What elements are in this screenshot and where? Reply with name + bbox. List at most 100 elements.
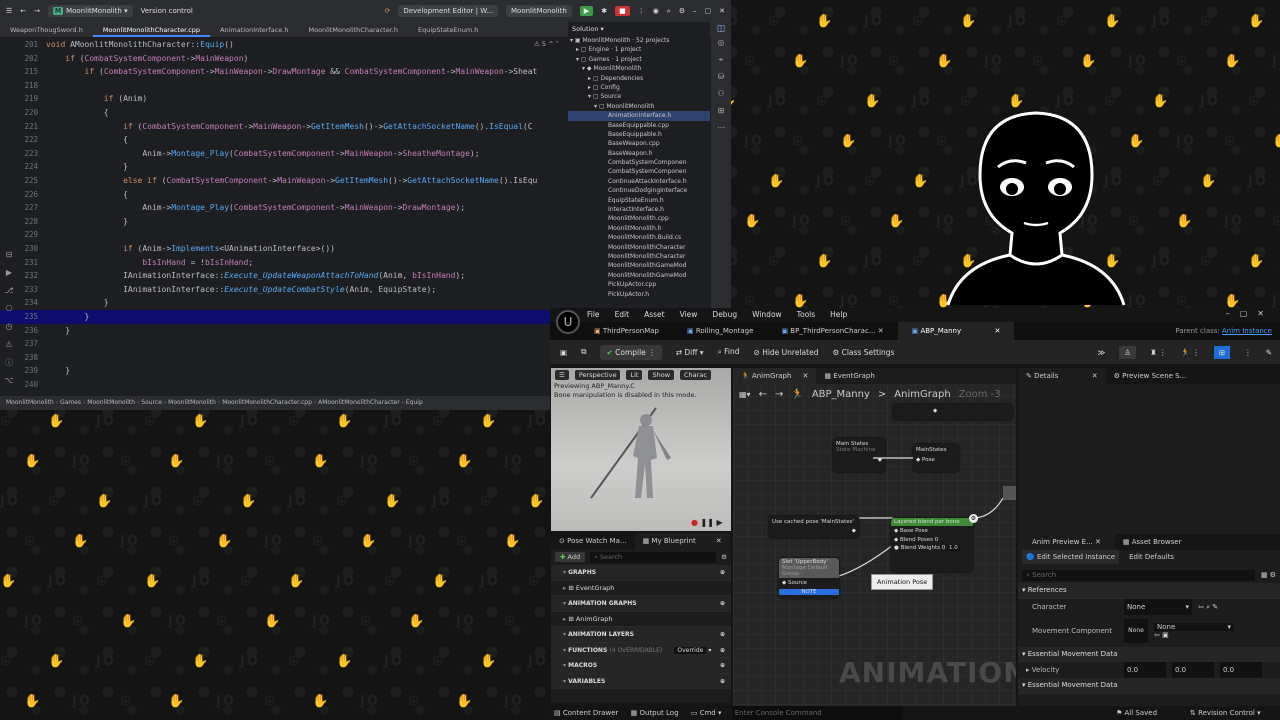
add-icon[interactable]: ⊕ — [720, 674, 731, 690]
tab-bp-third-person[interactable]: ▣ BP_ThirdPersonCharac... ✕ — [767, 322, 897, 340]
tab-animation-interface[interactable]: AnimationInterface.h — [210, 22, 298, 37]
add-icon[interactable]: ⊕ — [720, 565, 731, 581]
cached-pose-node[interactable]: Use cached pose 'MainStates' ◆ — [769, 516, 859, 538]
breadcrumb-item[interactable]: MoonlitMonolith — [6, 399, 54, 406]
toolstrip-icons[interactable]: ◎ ⌖ ⛁ ⚇ ⊞ ⋯ — [711, 34, 731, 136]
code-line[interactable]: 218 — [0, 79, 568, 93]
expand-toolbar-icon[interactable]: ≫ — [1097, 348, 1105, 357]
code-line[interactable]: 219 if (Anim) — [0, 92, 568, 106]
mode-skeleton-icon[interactable]: ♙ — [1119, 345, 1137, 359]
menu-icon[interactable]: ☰ — [555, 370, 569, 380]
more-icon[interactable]: ⋮ — [638, 7, 645, 15]
code-line[interactable]: 234 } — [0, 296, 568, 310]
solution-item[interactable]: BaseWeapon.cpp — [568, 139, 710, 148]
stop-button[interactable]: ■ — [615, 6, 630, 16]
add-icon[interactable]: ⊕ — [720, 658, 731, 674]
solution-item[interactable]: ▾ ▣ MoonlitMonolith · 52 projects — [568, 36, 710, 45]
settings-icon[interactable]: ⚙ — [679, 7, 685, 15]
code-line[interactable]: 239 } — [0, 364, 568, 378]
edit-defaults-button[interactable]: Edit Defaults — [1129, 550, 1174, 564]
slot-upperbody-node[interactable]: Slot 'UpperBody' Montage Default Group ◆ … — [779, 558, 839, 598]
code-line[interactable]: 222 { — [0, 133, 568, 147]
mode-anim-icon[interactable]: 🏃 ⋮ — [1181, 348, 1200, 357]
view-options-icon[interactable]: ▦ ⚙ — [1261, 571, 1276, 579]
menu-help[interactable]: Help — [830, 308, 847, 322]
tab-character-h[interactable]: MoonlitMonolithCharacter.h — [299, 22, 408, 37]
refresh-icon[interactable]: ⟳ — [384, 7, 390, 15]
velocity-x[interactable]: 0.0 — [1124, 662, 1166, 678]
code-line[interactable]: 236 } — [0, 324, 568, 338]
code-line[interactable]: 215 if (CombatSystemComponent->MainWeapo… — [0, 65, 568, 79]
menu-file[interactable]: File — [587, 308, 600, 322]
solution-item[interactable]: ▾ ▢ Source — [568, 92, 710, 101]
class-settings-button[interactable]: ⚙ Class Settings — [832, 348, 894, 357]
code-line[interactable]: 201 void AMoonlitMonolithCharacter::Equip… — [0, 38, 568, 52]
window-controls[interactable]: –▢✕ — [1226, 309, 1274, 318]
movement-thumbnail[interactable]: None — [1124, 618, 1148, 643]
menu-debug[interactable]: Debug — [712, 308, 737, 322]
breadcrumb-item[interactable]: AMoonlitMonolithCharacter — [318, 399, 400, 406]
code-line[interactable]: 231 bIsInHand = !bIsInHand; — [0, 256, 568, 270]
compile-button[interactable]: ✔ Compile ⋮ — [600, 344, 662, 360]
menu-icon[interactable]: ☰ — [6, 7, 12, 15]
solution-item[interactable]: PickUpActor.cpp — [568, 280, 710, 289]
breadcrumb-item[interactable]: Equip — [406, 399, 423, 406]
breadcrumb-item[interactable]: MoonlitMonolith — [87, 399, 135, 406]
movement-dropdown[interactable]: None ▾ — [1154, 622, 1234, 631]
references-section[interactable]: ▾ References — [1018, 583, 1280, 599]
details-search-input[interactable]: ⌕ Search — [1022, 569, 1255, 581]
code-line[interactable]: 226 { — [0, 188, 568, 202]
mode-blueprint-icon[interactable]: ⊞ — [1213, 345, 1231, 359]
unreal-logo-icon[interactable]: U — [556, 310, 580, 334]
edit-selected-instance-button[interactable]: 🔵 Edit Selected Instance — [1022, 550, 1120, 564]
essential-movement-section-2[interactable]: ▾ Essential Movement Data — [1018, 678, 1280, 694]
code-line[interactable]: 221 if (CombatSystemComponent->MainWeapo… — [0, 120, 568, 134]
target-selector[interactable]: MoonlitMonolith — [506, 5, 572, 17]
tab-anim-preview-editor[interactable]: Anim Preview E... ✕ — [1018, 534, 1115, 550]
left-gutter-icons[interactable]: ⊟ ▶ ⎇ ⎔ ◷ ⚠ ⓘ ⌥ — [0, 246, 18, 390]
menu-asset[interactable]: Asset — [644, 308, 665, 322]
tab-rolling-montage[interactable]: ▣ Rolling_Montage — [673, 322, 767, 340]
project-switcher[interactable]: M MoonlitMonolith ▾ — [48, 5, 133, 17]
settings-icon[interactable]: ⚙ — [721, 553, 727, 561]
solution-item[interactable]: CombatSystemComponen — [568, 158, 710, 167]
diff-button[interactable]: ⇄ Diff ▾ — [676, 348, 704, 357]
velocity-y[interactable]: 0.0 — [1172, 662, 1214, 678]
breadcrumb-item[interactable]: Source — [141, 399, 162, 406]
node-action-icon[interactable]: ⚙ — [969, 514, 978, 523]
solution-item[interactable]: ▸ ▢ Dependencies — [568, 74, 710, 83]
layered-blend-node[interactable]: Layered blend per bone ◆ Base Pose ◆ Ble… — [891, 518, 973, 572]
solution-item[interactable]: BaseWeapon.h — [568, 149, 710, 158]
solution-item[interactable]: MoonlitMonolith.cpp — [568, 214, 710, 223]
code-line[interactable]: 233 IAnimationInterface::Execute_UpdateC… — [0, 283, 568, 297]
tab-equip-state-enum[interactable]: EquipStateEnum.h — [408, 22, 488, 37]
parent-class-link[interactable]: Anim Instance — [1222, 327, 1272, 335]
solution-item[interactable]: ▸ ▢ Config — [568, 83, 710, 92]
maximize-icon[interactable]: ▢ — [705, 7, 712, 15]
tab-abp-manny[interactable]: ▣ ABP_Manny ✕ — [897, 322, 1015, 340]
output-log-button[interactable]: ▦ Output Log — [621, 709, 679, 717]
hide-unrelated-button[interactable]: ⊘ Hide Unrelated — [754, 348, 819, 357]
config-selector[interactable]: Development Editor | W... — [398, 5, 498, 17]
breadcrumb-item[interactable]: Games — [60, 399, 81, 406]
lit-button[interactable]: Lit — [626, 370, 643, 380]
section-header[interactable]: ▾ ANIMATION GRAPHS ⊕ — [551, 596, 731, 612]
user-icon[interactable]: ◉ — [653, 7, 659, 15]
tab-pose-watch[interactable]: ⊙ Pose Watch Ma... — [551, 533, 635, 549]
tab-weapon-thoug-sword[interactable]: WeaponThougSword.h — [0, 22, 93, 37]
tab-details[interactable]: ✎ Details ✕ — [1018, 368, 1106, 384]
section-header[interactable]: ▾ ANIMATION LAYERS ⊕ — [551, 627, 731, 643]
code-line[interactable]: 228 } — [0, 215, 568, 229]
essential-movement-section[interactable]: ▾ Essential Movement Data — [1018, 646, 1280, 662]
solution-item[interactable]: ContinueDodgingInterface — [568, 186, 710, 195]
code-line[interactable]: 232 IAnimationInterface::Execute_UpdateW… — [0, 269, 568, 283]
close-icon[interactable]: ✕ — [719, 7, 725, 15]
velocity-z[interactable]: 0.0 — [1220, 662, 1262, 678]
code-line[interactable]: 240 — [0, 378, 568, 392]
console-input[interactable]: Enter Console Command — [731, 706, 902, 720]
run-button[interactable]: ▶ — [579, 6, 594, 16]
solution-item[interactable]: MoonlitMonolith.Build.cs — [568, 233, 710, 242]
section-item[interactable]: ▸ ⊞ EventGraph — [551, 581, 731, 596]
menu-edit[interactable]: Edit — [615, 308, 630, 322]
solution-item[interactable]: ▾ ▢ MoonlitMonolith — [568, 102, 710, 111]
